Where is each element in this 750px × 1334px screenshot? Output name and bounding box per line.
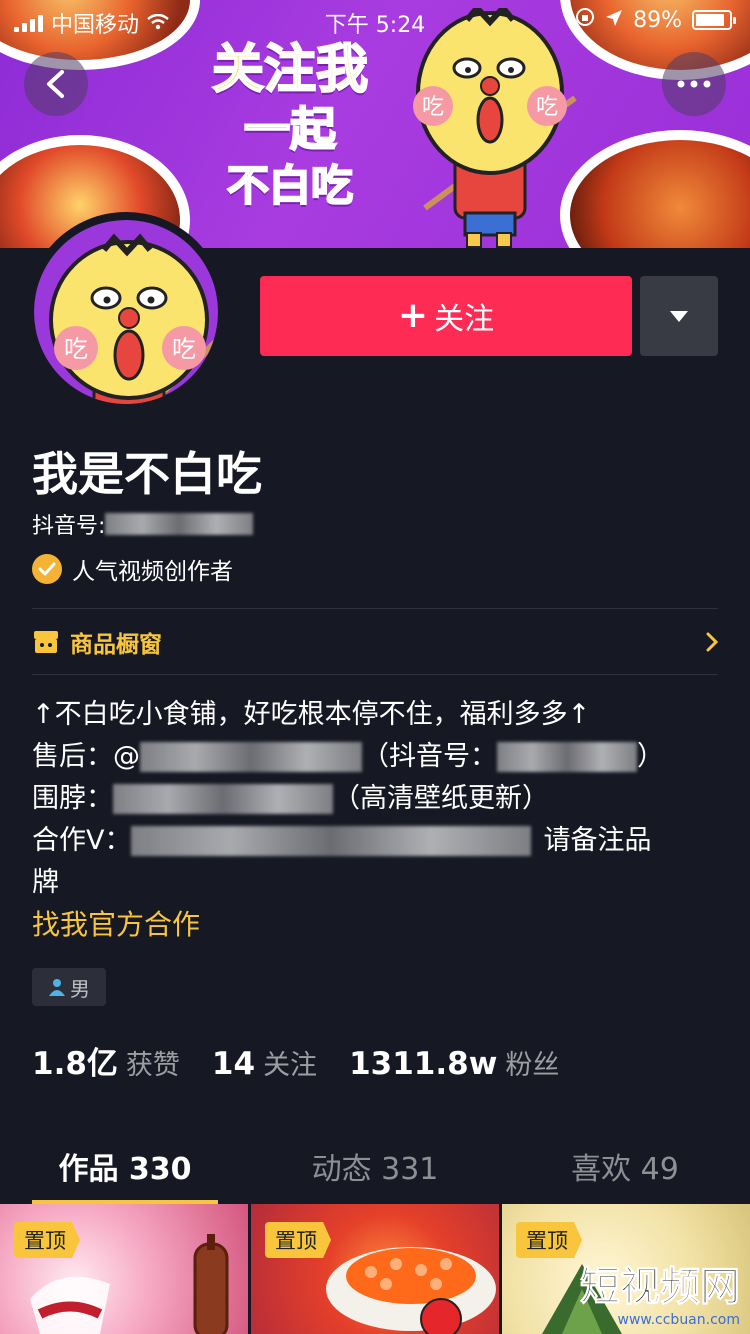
bio-text: ） bbox=[637, 741, 664, 772]
redacted-handle bbox=[113, 784, 333, 814]
stat-followers[interactable]: 1311.8w 粉丝 bbox=[349, 1043, 559, 1082]
bio-text: （抖音号： bbox=[362, 741, 497, 772]
follow-button-label: 关注 bbox=[434, 302, 495, 337]
shop-icon bbox=[34, 631, 58, 653]
mascot-cheek-text: 吃 bbox=[172, 335, 196, 363]
bio-line: 围脖： （高清壁纸更新） bbox=[32, 778, 722, 820]
avatar-image: 吃 吃 bbox=[34, 220, 218, 404]
tab-activity[interactable]: 动态 331 bbox=[250, 1128, 500, 1204]
bio-text: 牌 bbox=[32, 867, 59, 898]
divider bbox=[32, 608, 718, 609]
back-arrow-icon bbox=[47, 70, 64, 98]
stat-number: 14 bbox=[211, 1046, 256, 1082]
redacted-handle bbox=[140, 742, 362, 772]
bio-line: 售后：@ （抖音号： ） bbox=[32, 736, 722, 778]
stat-number: 1.8亿 bbox=[32, 1046, 118, 1082]
bio-text: 合作V： bbox=[32, 825, 132, 856]
verification-label: 人气视频创作者 bbox=[72, 559, 233, 585]
shop-window-label: 商品橱窗 bbox=[70, 632, 162, 658]
bio-text: 售后：@ bbox=[32, 741, 140, 772]
banner-slogan-line2: 一起 bbox=[243, 101, 337, 157]
caret-down-icon bbox=[670, 310, 688, 322]
person-icon bbox=[49, 979, 65, 996]
status-right-group: 89% bbox=[575, 7, 736, 33]
battery-icon bbox=[692, 10, 736, 30]
watermark-url: www.ccbuan.com bbox=[617, 1312, 740, 1328]
pinned-badge: 置顶 bbox=[516, 1222, 582, 1258]
video-grid: 置顶 置顶 置顶 短视频网 www.ccbuan.com bbox=[0, 1204, 750, 1334]
bio-line: 牌 bbox=[32, 862, 722, 904]
video-thumbnail[interactable]: 置顶 bbox=[0, 1204, 248, 1334]
recommend-dropdown-button[interactable] bbox=[640, 276, 718, 356]
mascot-cheek-text: 吃 bbox=[64, 335, 88, 363]
bio-text: ↑不白吃小食铺，好吃根本停不住，福利多多↑ bbox=[32, 699, 591, 730]
back-button[interactable] bbox=[24, 52, 88, 116]
pinned-badge: 置顶 bbox=[14, 1222, 80, 1258]
banner-slogan: 关注我 一起 不白吃 bbox=[180, 39, 400, 214]
orientation-lock-icon bbox=[575, 7, 595, 33]
video-thumbnail[interactable]: 置顶 bbox=[251, 1204, 499, 1334]
profile-nickname: 我是不白吃 bbox=[32, 447, 262, 501]
tab-likes[interactable]: 喜欢 49 bbox=[500, 1128, 750, 1204]
verified-check-icon bbox=[32, 554, 62, 584]
status-bar: 中国移动 下午 5:24 89% bbox=[0, 0, 750, 40]
gender-tag: 男 bbox=[32, 968, 106, 1006]
tab-works[interactable]: 作品 330 bbox=[0, 1128, 250, 1204]
bio-line: 合作V： 请备注品 bbox=[32, 820, 722, 862]
divider bbox=[32, 674, 718, 675]
mascot-avatar-illustration: 吃 吃 bbox=[49, 233, 218, 404]
gender-label: 男 bbox=[70, 976, 90, 1001]
redacted-id bbox=[105, 513, 254, 535]
stat-number: 1311.8w bbox=[349, 1046, 498, 1082]
battery-percent: 89% bbox=[633, 7, 682, 33]
mascot-cheek-text: 吃 bbox=[422, 95, 444, 120]
douyin-id-label: 抖音号: bbox=[32, 514, 106, 539]
redacted-id bbox=[497, 742, 637, 772]
mascot-cheek-text: 吃 bbox=[536, 95, 558, 120]
stat-following[interactable]: 14 关注 bbox=[212, 1043, 317, 1082]
stat-label: 粉丝 bbox=[505, 1050, 560, 1081]
follow-button[interactable]: + 关注 bbox=[260, 276, 632, 356]
shop-window-row[interactable]: 商品橱窗 bbox=[32, 622, 718, 662]
avatar[interactable]: 吃 吃 bbox=[26, 212, 226, 412]
banner-slogan-line1: 关注我 bbox=[211, 39, 369, 101]
mascot-illustration: 吃 吃 bbox=[413, 8, 577, 248]
bio-text: 请备注品 bbox=[543, 825, 652, 856]
pinned-badge: 置顶 bbox=[265, 1222, 331, 1258]
stat-label: 获赞 bbox=[125, 1050, 180, 1081]
location-icon bbox=[605, 8, 623, 33]
more-button[interactable] bbox=[662, 52, 726, 116]
watermark-title: 短视频网 bbox=[580, 1264, 741, 1311]
profile-stats: 1.8亿 获赞 14 关注 1311.8w 粉丝 bbox=[32, 1038, 559, 1083]
verification-row: 人气视频创作者 bbox=[32, 552, 233, 586]
chevron-right-icon bbox=[706, 632, 718, 652]
more-dots-icon bbox=[677, 80, 711, 88]
banner-slogan-line3: 不白吃 bbox=[226, 160, 354, 211]
official-cooperation-link[interactable]: 找我官方合作 bbox=[32, 903, 200, 943]
food-bowl-image bbox=[560, 130, 750, 248]
site-watermark: 短视频网 www.ccbuan.com bbox=[580, 1254, 741, 1329]
stat-likes[interactable]: 1.8亿 获赞 bbox=[32, 1038, 180, 1083]
bio-text: （高清壁纸更新） bbox=[333, 783, 549, 814]
profile-tabs: 作品 330 动态 331 喜欢 49 bbox=[0, 1128, 750, 1204]
bio-line: ↑不白吃小食铺，好吃根本停不住，福利多多↑ bbox=[32, 694, 722, 736]
stat-label: 关注 bbox=[263, 1050, 318, 1081]
redacted-contact bbox=[131, 826, 532, 856]
video-thumbnail[interactable]: 置顶 短视频网 www.ccbuan.com bbox=[502, 1204, 750, 1334]
douyin-id: 抖音号: bbox=[32, 508, 254, 540]
profile-bio: ↑不白吃小食铺，好吃根本停不住，福利多多↑ 售后：@ （抖音号： ） 围脖： （… bbox=[32, 694, 722, 904]
plus-icon: + bbox=[397, 295, 429, 336]
bio-text: 围脖： bbox=[32, 783, 113, 814]
